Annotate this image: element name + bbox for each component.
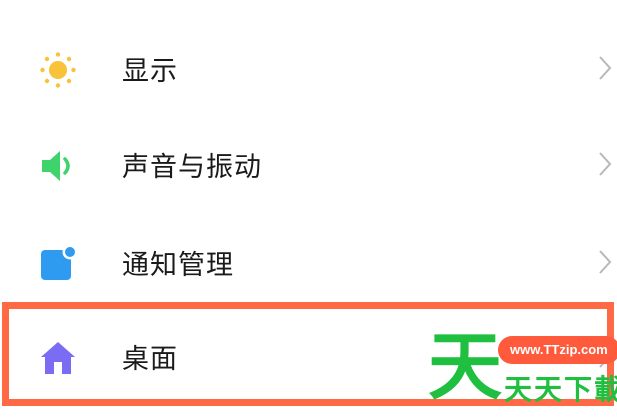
sun-icon — [40, 52, 76, 88]
settings-item-notifications[interactable]: 通知管理 — [0, 214, 617, 310]
settings-item-label: 声音与振动 — [122, 151, 262, 183]
settings-item-display[interactable]: 显示 — [0, 20, 617, 116]
settings-item-label: 显示 — [122, 55, 178, 87]
watermark-url: www.TTzip.com — [498, 336, 617, 364]
watermark-logo: 天 — [428, 324, 502, 400]
svg-text:天: 天 — [428, 324, 502, 400]
settings-item-label: 桌面 — [122, 343, 178, 375]
settings-item-label: 通知管理 — [122, 249, 234, 281]
chevron-right-icon — [599, 250, 612, 274]
speaker-icon — [42, 151, 70, 181]
chevron-right-icon — [599, 56, 612, 80]
watermark-name: 天天下載 — [504, 373, 617, 406]
chevron-right-icon — [599, 152, 612, 176]
settings-screen: 显示 声音与振动 通知管理 桌面 天 www.TTzip.com 天天下載 — [0, 0, 617, 420]
watermark: 天 www.TTzip.com 天天下載 — [426, 322, 617, 406]
home-icon — [41, 342, 75, 374]
notification-icon — [41, 244, 78, 280]
settings-item-sound-vibration[interactable]: 声音与振动 — [0, 116, 617, 212]
